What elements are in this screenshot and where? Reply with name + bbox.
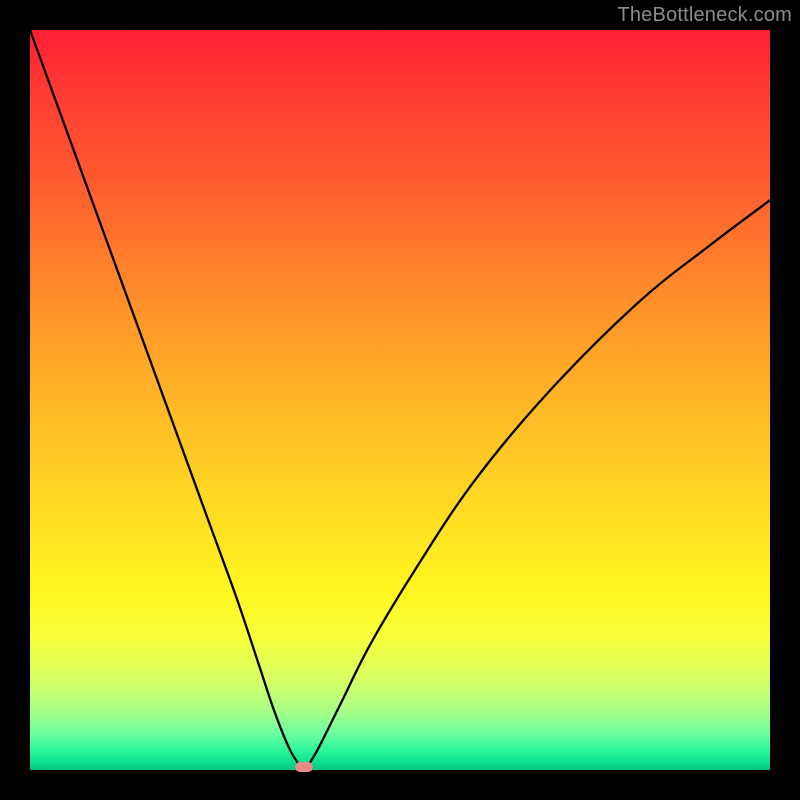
plot-area <box>30 30 770 770</box>
chart-frame: TheBottleneck.com <box>0 0 800 800</box>
curve-svg <box>30 30 770 770</box>
bottleneck-curve <box>30 30 770 770</box>
watermark-text: TheBottleneck.com <box>617 4 792 27</box>
minimum-marker <box>295 762 313 772</box>
